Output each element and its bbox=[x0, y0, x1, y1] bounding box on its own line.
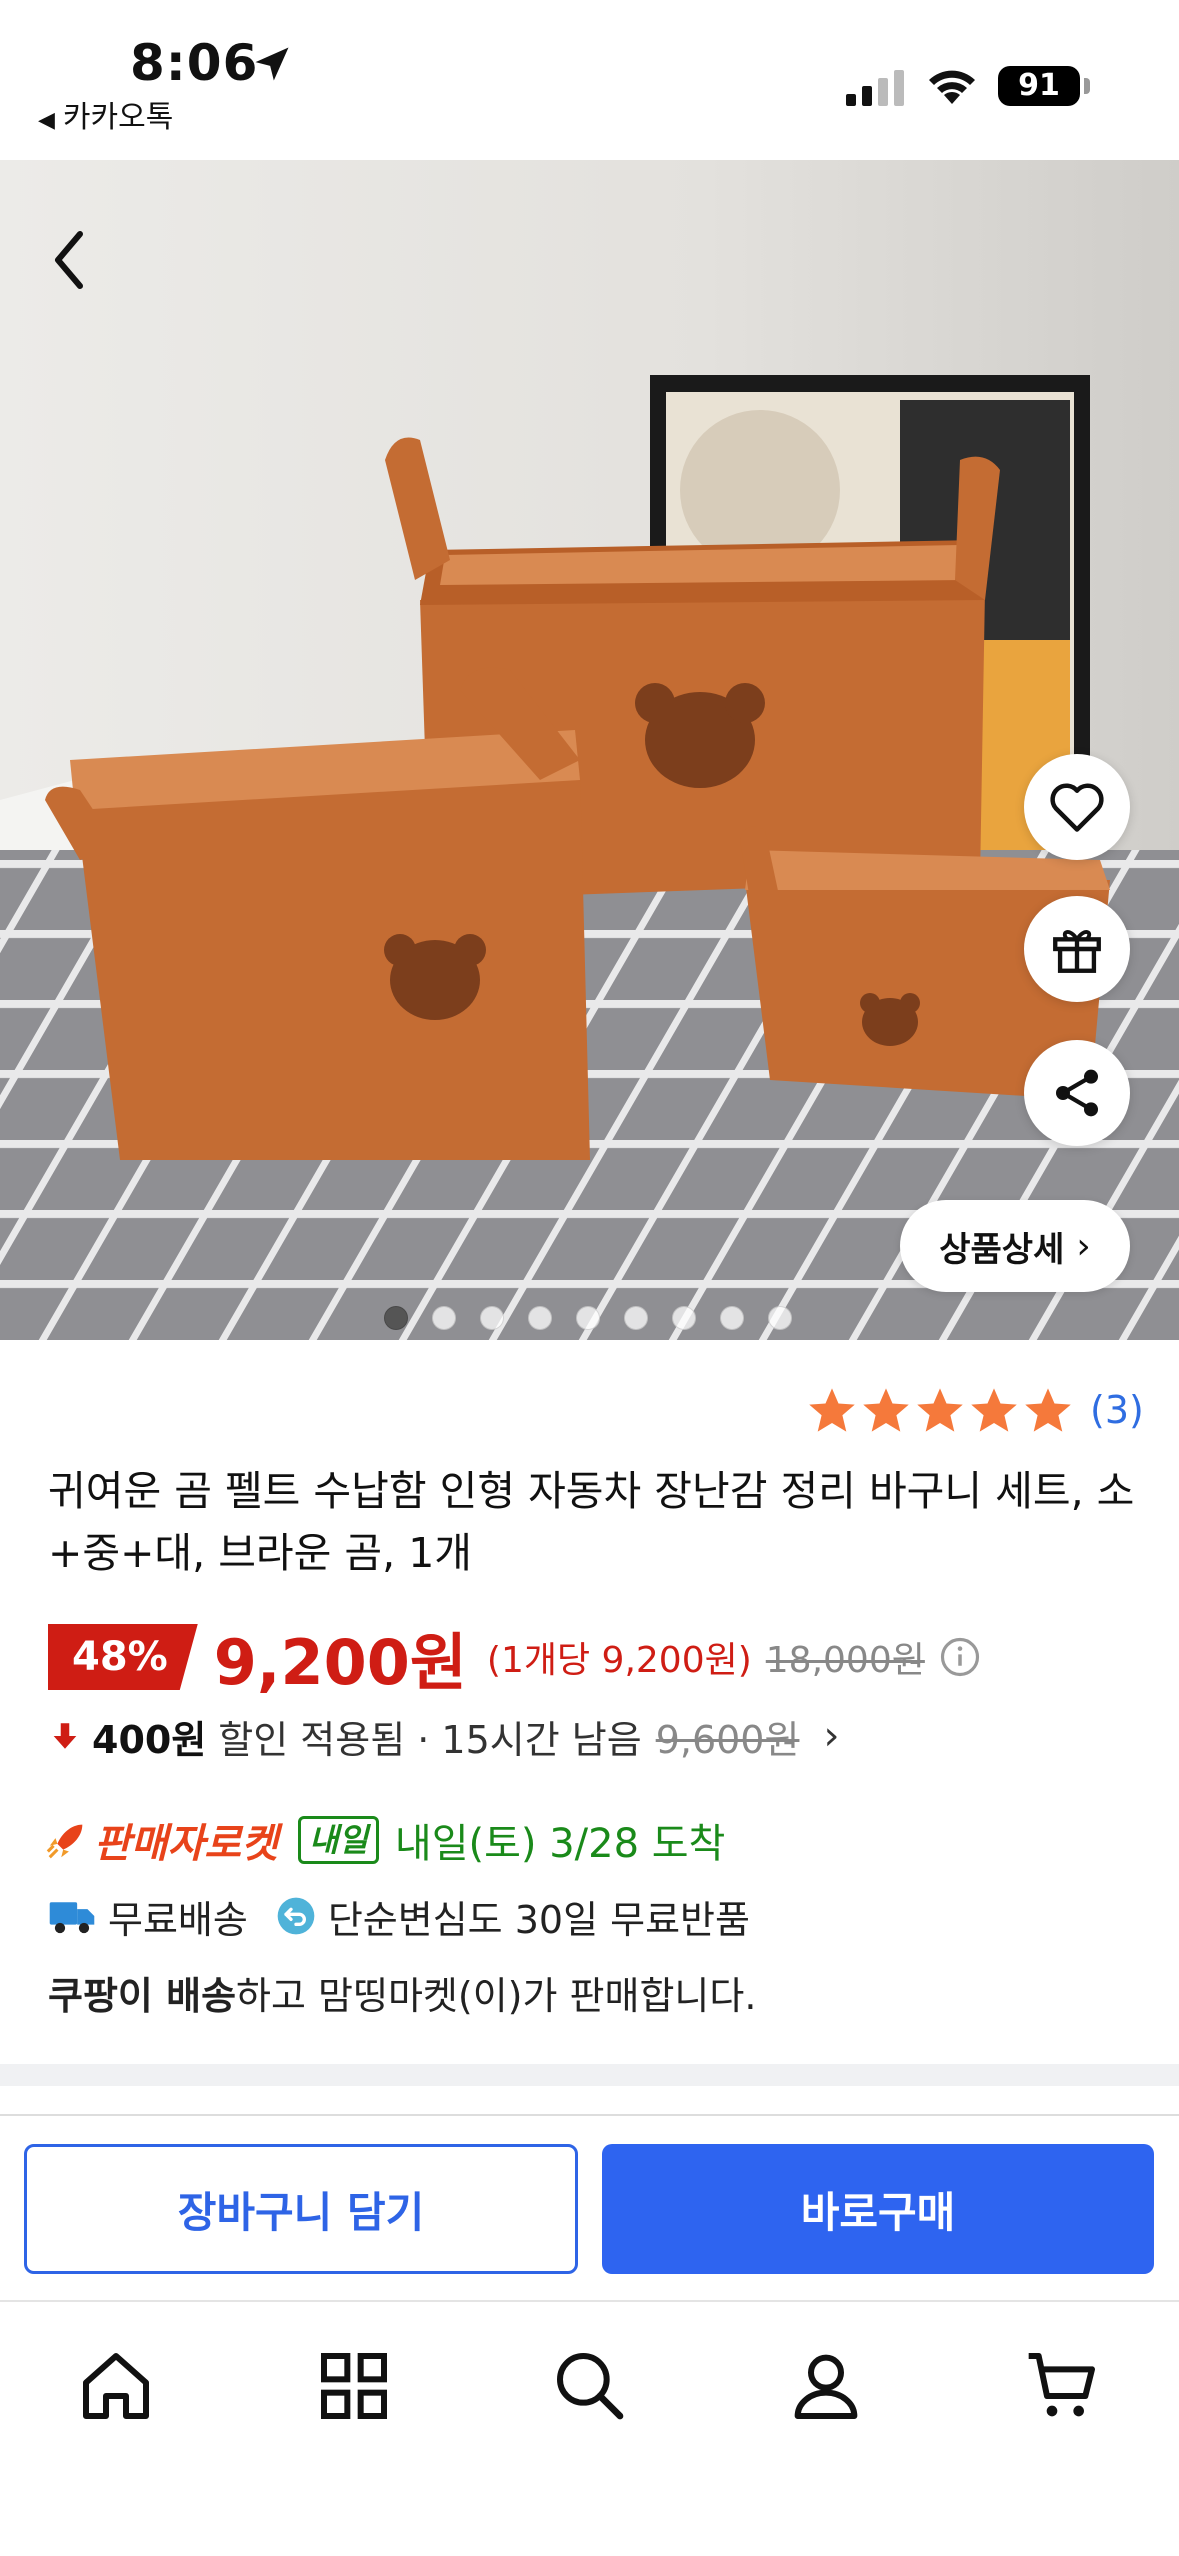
cart-icon[interactable] bbox=[1022, 2346, 1102, 2426]
star-icon bbox=[1025, 1388, 1071, 1432]
carousel-dot[interactable] bbox=[528, 1306, 552, 1330]
home-icon[interactable] bbox=[76, 2346, 156, 2426]
price-row: 48% 9,200원 (1개당 9,200원) 18,000원 bbox=[48, 1622, 981, 1699]
gift-icon bbox=[1053, 930, 1101, 973]
carousel-dot[interactable] bbox=[384, 1306, 408, 1330]
coupon-discount-row[interactable]: 400원 할인 적용됨 · 15시간 남음 9,600원 › bbox=[48, 1706, 839, 1766]
section-divider bbox=[0, 2064, 1179, 2086]
cellular-signal-icon bbox=[846, 70, 904, 106]
coupon-original-price: 9,600원 bbox=[655, 1717, 800, 1762]
carousel-dot[interactable] bbox=[432, 1306, 456, 1330]
share-button[interactable] bbox=[1024, 1040, 1130, 1146]
back-icon[interactable] bbox=[40, 220, 100, 300]
free-return: 단순변심도 30일 무료반품 bbox=[327, 1897, 750, 1942]
discount-badge: 48% bbox=[48, 1624, 198, 1690]
rocket-icon bbox=[46, 1824, 83, 1859]
buy-now-button[interactable]: 바로구매 bbox=[602, 2144, 1154, 2274]
category-icon[interactable] bbox=[314, 2346, 394, 2426]
profile-icon[interactable] bbox=[786, 2346, 866, 2426]
delivery-row: 판매자로켓 내일 내일(토) 3/28 도착 bbox=[44, 1808, 725, 1872]
carousel-dot[interactable] bbox=[720, 1306, 744, 1330]
carousel-dot[interactable] bbox=[624, 1306, 648, 1330]
rating-summary[interactable]: (3) bbox=[806, 1384, 1144, 1436]
search-icon[interactable] bbox=[550, 2346, 630, 2426]
carousel-dot[interactable] bbox=[672, 1306, 696, 1330]
carousel-dot[interactable] bbox=[576, 1306, 600, 1330]
seller-rest: 하고 맘띵마켓(이)가 판매합니다. bbox=[236, 1973, 757, 2018]
status-bar: 8:06 ◀ 카카오톡 91 bbox=[0, 0, 1179, 160]
bottom-tab-bar bbox=[0, 2300, 1179, 2556]
add-to-cart-button[interactable]: 장바구니 담기 bbox=[24, 2144, 578, 2274]
sale-price: 9,200원 bbox=[213, 1626, 467, 1699]
product-photo bbox=[0, 160, 1179, 1340]
carousel-dot[interactable] bbox=[768, 1306, 792, 1330]
product-detail-button[interactable]: 상품상세 › bbox=[900, 1200, 1130, 1292]
back-triangle-icon: ◀ bbox=[38, 108, 55, 133]
return-icon bbox=[277, 1897, 315, 1935]
status-time: 8:06 bbox=[130, 34, 259, 92]
shipping-row: 무료배송 단순변심도 30일 무료반품 bbox=[48, 1886, 750, 1946]
product-title: 귀여운 곰 펠트 수납함 인형 자동차 장난감 정리 바구니 세트, 소+중+대… bbox=[48, 1467, 1135, 1577]
rocket-label: 판매자로켓 bbox=[94, 1821, 278, 1867]
wishlist-button[interactable] bbox=[1024, 754, 1130, 860]
product-detail-label: 상품상세 bbox=[939, 1229, 1065, 1270]
battery-indicator: 91 bbox=[998, 66, 1080, 106]
truck-icon bbox=[49, 1902, 95, 1934]
chevron-right-icon: › bbox=[1076, 1225, 1091, 1267]
down-arrow-icon bbox=[53, 1723, 77, 1749]
coupon-text: 할인 적용됨 · 15시간 남음 bbox=[218, 1717, 642, 1762]
seller-row: 쿠팡이 배송 하고 맘띵마켓(이)가 판매합니다. bbox=[48, 1962, 756, 2022]
back-app-label: 카카오톡 bbox=[62, 100, 174, 135]
info-icon[interactable] bbox=[939, 1636, 981, 1678]
wifi-icon bbox=[929, 70, 975, 104]
star-icon bbox=[971, 1388, 1017, 1432]
unit-price: (1개당 9,200원) bbox=[486, 1640, 752, 1681]
coupon-amount: 400원 bbox=[92, 1717, 207, 1762]
star-icon bbox=[863, 1388, 909, 1432]
free-shipping: 무료배송 bbox=[108, 1897, 248, 1942]
arrival-date: 내일(토) 3/28 도착 bbox=[394, 1821, 726, 1867]
star-icon bbox=[917, 1388, 963, 1432]
review-count-link[interactable]: (3) bbox=[1090, 1388, 1144, 1432]
original-price: 18,000원 bbox=[765, 1640, 925, 1681]
battery-tip bbox=[1084, 78, 1090, 94]
carousel-dot[interactable] bbox=[480, 1306, 504, 1330]
seller-bold: 쿠팡이 배송 bbox=[48, 1973, 237, 2018]
heart-icon bbox=[1050, 783, 1104, 832]
carousel-dots bbox=[384, 1306, 792, 1330]
location-arrow-icon bbox=[255, 47, 289, 81]
chevron-right-icon: › bbox=[823, 1713, 840, 1759]
back-to-app-link[interactable]: ◀ 카카오톡 bbox=[38, 92, 173, 136]
star-icon bbox=[809, 1388, 855, 1432]
gift-button[interactable] bbox=[1024, 896, 1130, 1002]
purchase-bar: 장바구니 담기 바로구매 bbox=[0, 2114, 1179, 2300]
product-image-carousel[interactable]: 상품상세 › bbox=[0, 160, 1179, 1340]
share-icon bbox=[1056, 1069, 1098, 1117]
tomorrow-badge: 내일 bbox=[298, 1816, 379, 1864]
